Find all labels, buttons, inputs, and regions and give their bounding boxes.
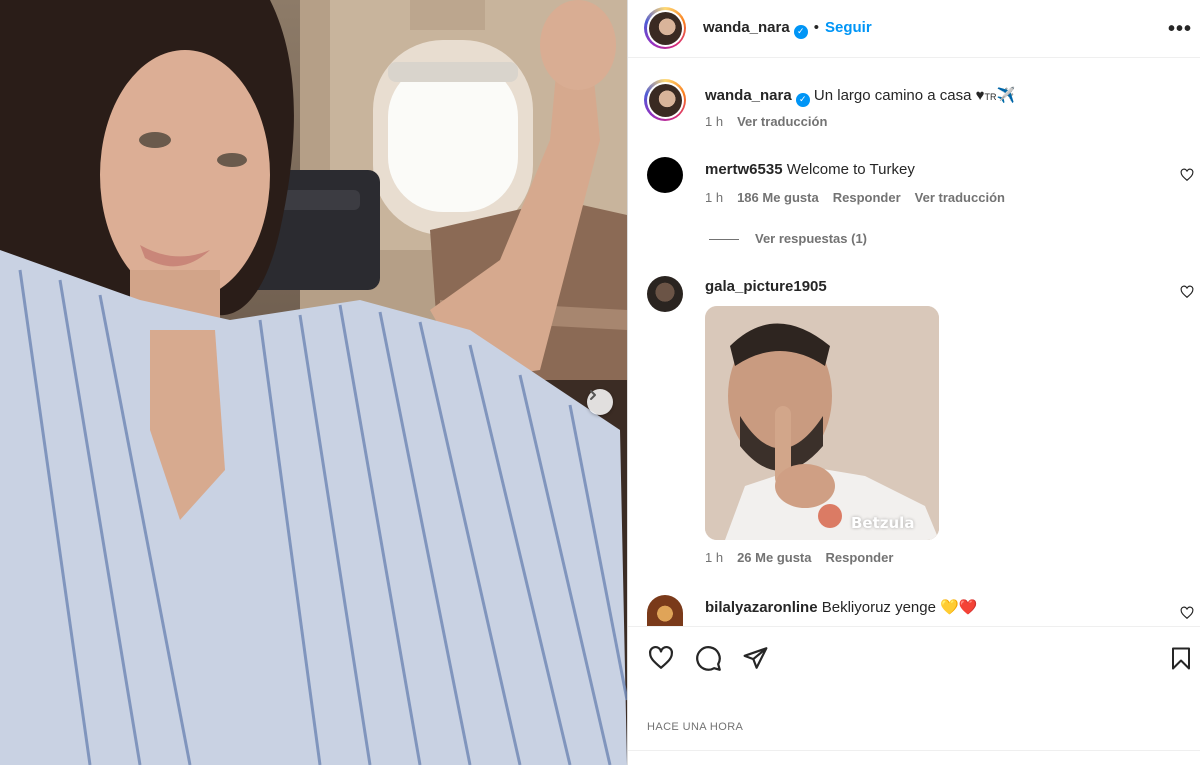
caption-username[interactable]: wanda_nara: [705, 87, 792, 104]
caption-text: Un largo camino a casa ♥: [813, 87, 985, 104]
comment-line: gala_picture1905: [705, 278, 827, 295]
comment-like-icon[interactable]: [1180, 168, 1194, 182]
author-avatar[interactable]: [644, 7, 686, 49]
verified-badge-icon: ✓: [793, 24, 808, 39]
more-options-button[interactable]: •••: [1168, 18, 1192, 41]
header-line: wanda_nara ✓ • Seguir: [703, 19, 872, 39]
comment-line: mertw6535 Welcome to Turkey: [705, 161, 915, 178]
comment-icon[interactable]: [695, 645, 722, 672]
view-replies-button[interactable]: Ver respuestas (1): [755, 231, 867, 246]
comment-avatar[interactable]: [647, 595, 683, 626]
comment-gif[interactable]: Betzula: [705, 306, 939, 540]
caption-flag: TR: [984, 92, 997, 102]
caption-meta: 1 h Ver traducción: [705, 114, 827, 129]
carousel-next-button[interactable]: [587, 389, 613, 415]
share-icon[interactable]: [742, 645, 769, 671]
gif-illustration: [705, 306, 939, 540]
comment-time[interactable]: 1 h: [705, 550, 723, 565]
heart-icon[interactable]: [647, 645, 675, 671]
comment-username[interactable]: mertw6535: [705, 161, 783, 178]
post-header: wanda_nara ✓ • Seguir •••: [628, 0, 1200, 58]
verified-badge-icon: ✓: [795, 92, 810, 107]
comment-line: bilalyazaronline Bekliyoruz yenge 💛❤️: [705, 598, 977, 616]
gif-brand-watermark: Betzula: [851, 514, 915, 532]
add-comment-divider: [628, 750, 1200, 751]
reply-button[interactable]: Responder: [826, 550, 894, 565]
chevron-right-icon: [590, 390, 596, 400]
comment-like-icon[interactable]: [1180, 285, 1194, 299]
caption-avatar[interactable]: [644, 79, 686, 121]
comment-time[interactable]: 1 h: [705, 190, 723, 205]
caption-emoji: ✈️: [996, 87, 1016, 104]
comment-text: Bekliyoruz yenge: [821, 599, 936, 616]
comment-meta: 1 h 26 Me gusta Responder: [705, 550, 893, 565]
bookmark-icon[interactable]: [1169, 645, 1193, 672]
comments-panel: wanda_nara ✓ • Seguir ••• wanda_nara ✓ Un la…: [628, 0, 1200, 765]
replies-line: [709, 239, 739, 241]
comment-username[interactable]: gala_picture1905: [705, 278, 827, 295]
comment-avatar[interactable]: [647, 276, 683, 312]
header-separator: •: [813, 19, 819, 36]
comment-meta: 1 h 186 Me gusta Responder Ver traducción: [705, 190, 1005, 205]
view-replies-row[interactable]: Ver respuestas (1): [709, 231, 867, 246]
action-bar: HACE UNA HORA: [628, 626, 1200, 765]
comment-text: Welcome to Turkey: [786, 161, 915, 178]
post-timestamp[interactable]: HACE UNA HORA: [647, 721, 743, 733]
reply-button[interactable]: Responder: [833, 190, 901, 205]
comment-likes[interactable]: 26 Me gusta: [737, 550, 811, 565]
comment-like-icon[interactable]: [1180, 606, 1194, 620]
comment-likes[interactable]: 186 Me gusta: [737, 190, 819, 205]
photo-illustration: [0, 0, 627, 765]
follow-button[interactable]: Seguir: [825, 19, 872, 36]
translate-link[interactable]: Ver traducción: [915, 190, 1005, 205]
author-username[interactable]: wanda_nara: [703, 19, 790, 36]
caption-translate-link[interactable]: Ver traducción: [737, 114, 827, 129]
caption-line: wanda_nara ✓ Un largo camino a casa ♥TR✈️: [705, 86, 1015, 107]
post-photo[interactable]: [0, 0, 627, 765]
caption-time[interactable]: 1 h: [705, 114, 723, 129]
comment-emojis: 💛❤️: [940, 599, 978, 616]
comment-avatar[interactable]: [647, 157, 683, 193]
comment-username[interactable]: bilalyazaronline: [705, 599, 818, 616]
